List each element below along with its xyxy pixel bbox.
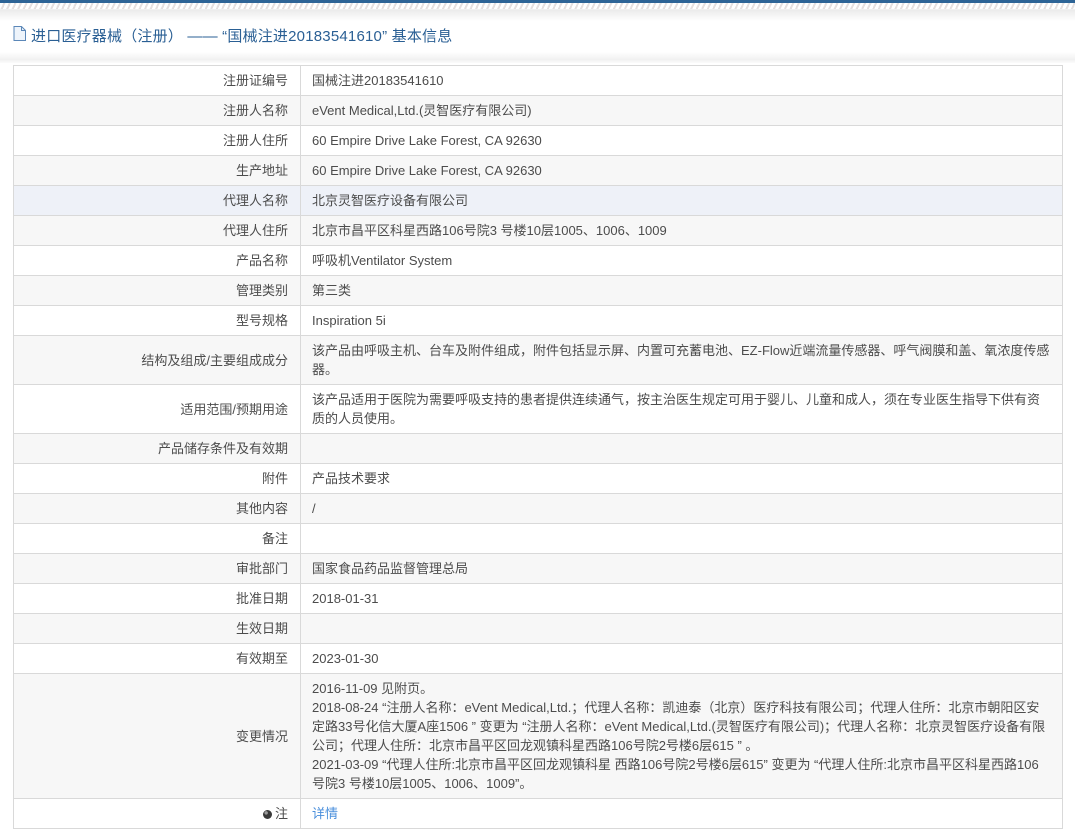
row-label: 变更情况 <box>14 674 301 799</box>
row-value <box>301 614 1063 644</box>
row-value: 2023-01-30 <box>301 644 1063 674</box>
row-label: 管理类别 <box>14 276 301 306</box>
row-value: 该产品适用于医院为需要呼吸支持的患者提供连续通气，按主治医生规定可用于婴儿、儿童… <box>301 385 1063 434</box>
row-label: 注 <box>14 799 301 829</box>
row-value: 北京市昌平区科星西路106号院3 号楼10层1005、1006、1009 <box>301 216 1063 246</box>
table-row: 生效日期 <box>14 614 1063 644</box>
table-row: 代理人名称北京灵智医疗设备有限公司 <box>14 186 1063 216</box>
table-row: 变更情况2016-11-09 见附页。2018-08-24 “注册人名称：eVe… <box>14 674 1063 799</box>
row-value: 该产品由呼吸主机、台车及附件组成，附件包括显示屏、内置可充蓄电池、EZ-Flow… <box>301 336 1063 385</box>
table-row: 型号规格Inspiration 5i <box>14 306 1063 336</box>
table-row: 有效期至2023-01-30 <box>14 644 1063 674</box>
row-value: 60 Empire Drive Lake Forest, CA 92630 <box>301 156 1063 186</box>
row-value: 60 Empire Drive Lake Forest, CA 92630 <box>301 126 1063 156</box>
table-row: 注详情 <box>14 799 1063 829</box>
row-label: 型号规格 <box>14 306 301 336</box>
table-row: 注册人名称eVent Medical,Ltd.(灵智医疗有限公司) <box>14 96 1063 126</box>
table-row: 批准日期2018-01-31 <box>14 584 1063 614</box>
row-label: 附件 <box>14 464 301 494</box>
row-value: Inspiration 5i <box>301 306 1063 336</box>
table-row: 产品储存条件及有效期 <box>14 434 1063 464</box>
table-row: 注册人住所60 Empire Drive Lake Forest, CA 926… <box>14 126 1063 156</box>
row-label: 注册人名称 <box>14 96 301 126</box>
row-value: 呼吸机Ventilator System <box>301 246 1063 276</box>
detail-link[interactable]: 详情 <box>312 806 338 821</box>
row-value: 详情 <box>301 799 1063 829</box>
table-row: 其他内容/ <box>14 494 1063 524</box>
row-value <box>301 524 1063 554</box>
header-gradient-bottom <box>0 52 1075 63</box>
header-gradient-top <box>0 10 1075 21</box>
change-record-line: 2016-11-09 见附页。 <box>312 679 1050 698</box>
row-label: 代理人住所 <box>14 216 301 246</box>
document-icon <box>13 26 26 46</box>
row-label: 有效期至 <box>14 644 301 674</box>
row-value: 第三类 <box>301 276 1063 306</box>
row-label: 产品储存条件及有效期 <box>14 434 301 464</box>
table-row: 产品名称呼吸机Ventilator System <box>14 246 1063 276</box>
row-value: 产品技术要求 <box>301 464 1063 494</box>
row-value: 北京灵智医疗设备有限公司 <box>301 186 1063 216</box>
table-row: 代理人住所北京市昌平区科星西路106号院3 号楼10层1005、1006、100… <box>14 216 1063 246</box>
row-label: 审批部门 <box>14 554 301 584</box>
change-record-line: 2018-08-24 “注册人名称：eVent Medical,Ltd.；代理人… <box>312 698 1050 755</box>
table-wrap: 注册证编号国械注进20183541610注册人名称eVent Medical,L… <box>0 63 1075 833</box>
row-label: 注册证编号 <box>14 66 301 96</box>
table-row: 管理类别第三类 <box>14 276 1063 306</box>
bulb-icon <box>263 810 272 819</box>
row-value: 国家食品药品监督管理总局 <box>301 554 1063 584</box>
row-label: 产品名称 <box>14 246 301 276</box>
row-value <box>301 434 1063 464</box>
table-row: 生产地址60 Empire Drive Lake Forest, CA 9263… <box>14 156 1063 186</box>
table-row: 结构及组成/主要组成成分该产品由呼吸主机、台车及附件组成，附件包括显示屏、内置可… <box>14 336 1063 385</box>
top-stripe-band <box>0 3 1075 10</box>
row-label: 生产地址 <box>14 156 301 186</box>
table-row: 备注 <box>14 524 1063 554</box>
table-row: 注册证编号国械注进20183541610 <box>14 66 1063 96</box>
row-label: 批准日期 <box>14 584 301 614</box>
table-row: 适用范围/预期用途该产品适用于医院为需要呼吸支持的患者提供连续通气，按主治医生规… <box>14 385 1063 434</box>
row-label: 结构及组成/主要组成成分 <box>14 336 301 385</box>
row-label: 备注 <box>14 524 301 554</box>
row-label: 代理人名称 <box>14 186 301 216</box>
row-label: 其他内容 <box>14 494 301 524</box>
info-table: 注册证编号国械注进20183541610注册人名称eVent Medical,L… <box>13 65 1063 829</box>
row-label: 生效日期 <box>14 614 301 644</box>
row-value: / <box>301 494 1063 524</box>
row-value: 国械注进20183541610 <box>301 66 1063 96</box>
table-row: 审批部门国家食品药品监督管理总局 <box>14 554 1063 584</box>
row-value: 2016-11-09 见附页。2018-08-24 “注册人名称：eVent M… <box>301 674 1063 799</box>
table-row: 附件产品技术要求 <box>14 464 1063 494</box>
row-value: eVent Medical,Ltd.(灵智医疗有限公司) <box>301 96 1063 126</box>
page-header: 进口医疗器械（注册） —— “国械注进20183541610” 基本信息 <box>0 21 1075 52</box>
change-record-line: 2021-03-09 “代理人住所:北京市昌平区回龙观镇科星 西路106号院2号… <box>312 755 1050 793</box>
page-title: 进口医疗器械（注册） —— “国械注进20183541610” 基本信息 <box>31 25 452 46</box>
row-label: 注册人住所 <box>14 126 301 156</box>
row-value: 2018-01-31 <box>301 584 1063 614</box>
row-label: 适用范围/预期用途 <box>14 385 301 434</box>
